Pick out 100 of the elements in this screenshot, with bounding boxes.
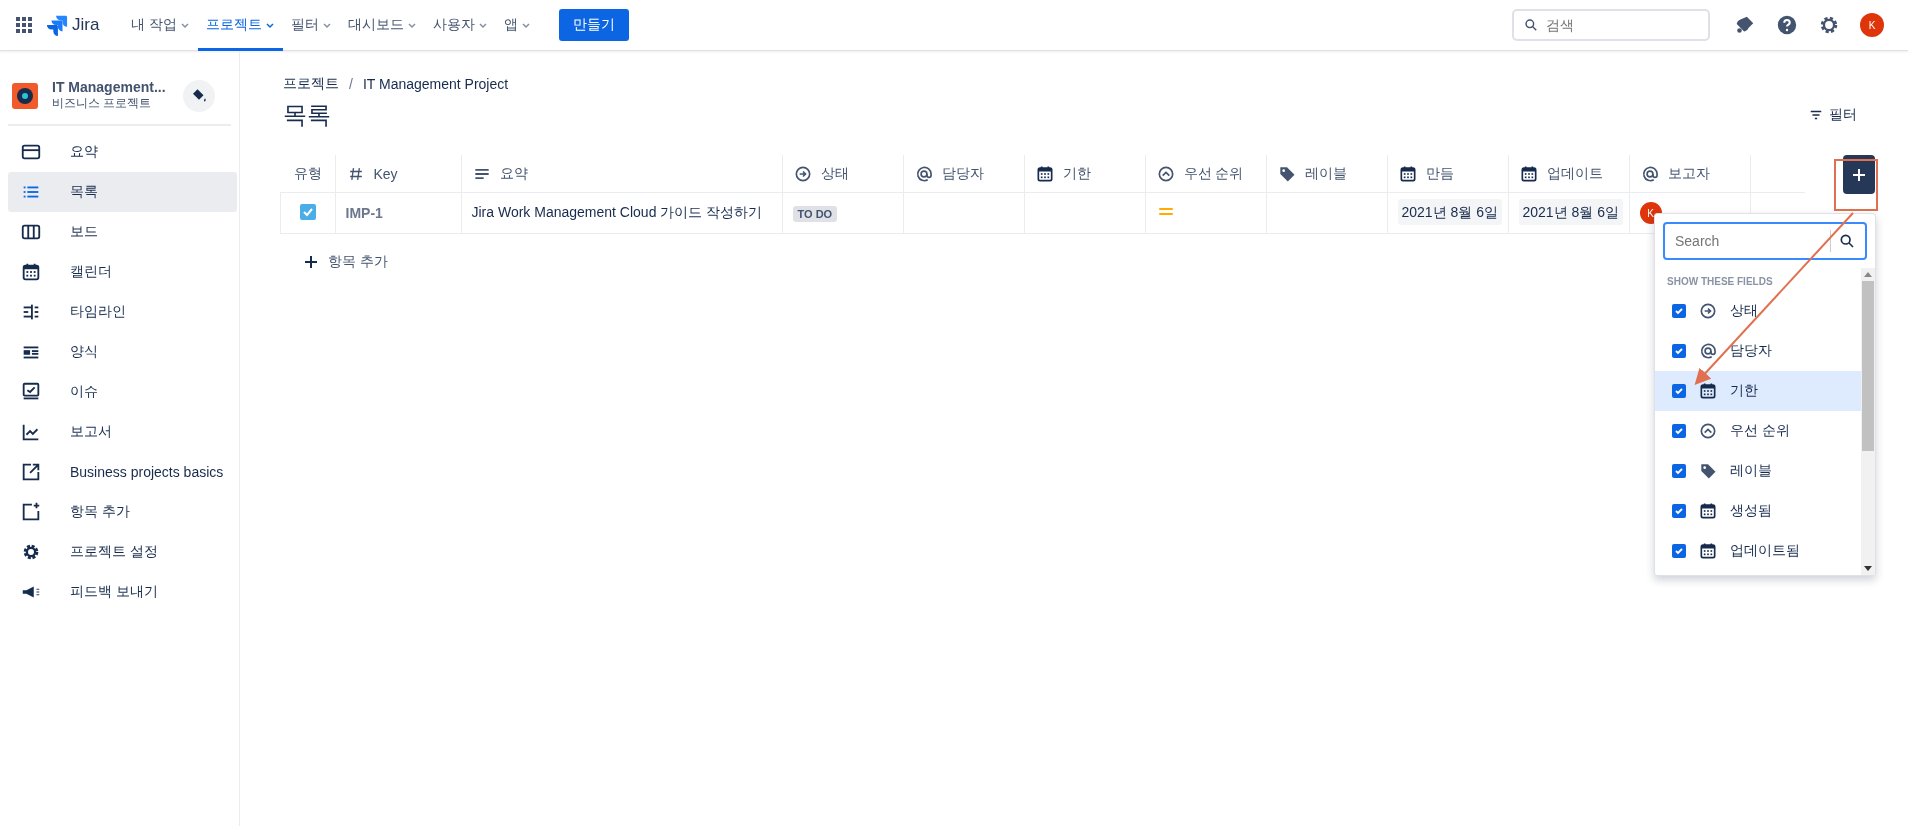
nav-menu-item[interactable]: 프로젝트 [198, 0, 284, 51]
notification-icon[interactable] [1734, 14, 1756, 36]
checkbox[interactable] [1672, 384, 1686, 398]
project-name: IT Management... [52, 79, 167, 95]
nav-menu-item[interactable]: 사용자 [425, 0, 497, 51]
sidebar-item[interactable]: 캘린더 [8, 252, 237, 292]
column-header[interactable]: 유형 [280, 155, 335, 193]
calendar-icon [1698, 541, 1718, 561]
nav-menu-item[interactable]: 앱 [496, 0, 540, 51]
table-cell: Jira Work Management Cloud 가이드 작성하기 [461, 192, 782, 234]
checkmark-icon [1674, 386, 1684, 396]
search-field[interactable]: Search [1663, 222, 1867, 260]
column-header[interactable]: 상태 [782, 155, 903, 193]
highlight-frame [1834, 159, 1878, 211]
sidebar-item[interactable]: 양식 [8, 332, 237, 372]
product-name: Jira [72, 15, 100, 35]
field-option[interactable]: 기한 [1655, 371, 1861, 411]
column-header[interactable]: 레이블 [1266, 155, 1387, 193]
breadcrumb-separator: / [349, 76, 353, 92]
calendar-icon [1698, 381, 1718, 401]
field-option[interactable]: 레이블 [1655, 451, 1861, 491]
sidebar-item[interactable]: 항목 추가 [8, 492, 237, 532]
column-header[interactable]: 우선 순위 [1145, 155, 1266, 193]
chevron-circle-icon [1698, 421, 1718, 441]
checkbox[interactable] [1672, 544, 1686, 558]
tag-icon [1698, 461, 1718, 481]
caret-icon [521, 20, 532, 30]
arrow-circle-icon [1698, 301, 1718, 321]
breadcrumb-link[interactable]: 프로젝트 [283, 75, 339, 93]
filter-button[interactable]: 필터 [1803, 105, 1863, 125]
column-header[interactable]: 요약 [461, 155, 782, 193]
field-option[interactable]: 우선 순위 [1655, 411, 1861, 451]
task-type-icon [299, 203, 316, 220]
caret-icon [478, 20, 489, 30]
checkbox[interactable] [1672, 424, 1686, 438]
sidebar-item[interactable]: 타임라인 [8, 292, 237, 332]
column-header[interactable]: 기한 [1024, 155, 1145, 193]
sidebar-item[interactable]: 목록 [8, 172, 237, 212]
external-link-icon [20, 461, 42, 483]
sidebar-item[interactable]: 보고서 [8, 412, 237, 452]
sidebar-item[interactable]: 요약 [8, 132, 237, 172]
issue-key-link[interactable]: IMP-1 [345, 205, 383, 221]
checkmark-icon [1674, 426, 1684, 436]
nav-menu-item[interactable]: 내 작업 [123, 0, 199, 51]
help-icon[interactable] [1776, 14, 1798, 36]
checkmark-icon [1674, 346, 1684, 356]
scrollbar[interactable] [1861, 268, 1875, 575]
caret-icon [407, 20, 418, 30]
add-item-button[interactable]: 항목 추가 [298, 246, 394, 278]
add-column-button[interactable] [1843, 155, 1875, 194]
status-lozenge[interactable]: TO DO [792, 206, 838, 222]
sidebar-item[interactable]: Business projects basics [8, 452, 237, 492]
project-avatar-icon [12, 82, 38, 109]
field-option[interactable]: 상태 [1655, 291, 1861, 331]
create-button[interactable]: 만들기 [559, 9, 630, 41]
section-heading: SHOW THESE FIELDS [1666, 275, 1774, 289]
page-title: 목록 [282, 100, 331, 130]
sidebar-item[interactable]: 이슈 [8, 372, 237, 412]
checkbox[interactable] [1672, 464, 1686, 478]
checkbox[interactable] [1672, 504, 1686, 518]
checkmark-icon [1674, 306, 1684, 316]
settings-icon[interactable] [1818, 14, 1840, 36]
search-icon [1839, 233, 1855, 249]
column-header[interactable]: Key [335, 155, 461, 193]
project-type: 비즈니스 프로젝트 [52, 95, 153, 112]
calendar-icon [1698, 501, 1718, 521]
column-header[interactable]: 업데이트 [1508, 155, 1629, 193]
field-option[interactable]: 생성됨 [1655, 491, 1861, 531]
date-chip: 2021년 8월 6일 [1518, 199, 1623, 225]
app-switcher-icon[interactable] [14, 15, 34, 35]
caret-icon [265, 20, 276, 30]
nav-menu-item[interactable]: 대시보드 [340, 0, 426, 51]
checkbox[interactable] [1672, 344, 1686, 358]
add-page-icon [20, 501, 42, 523]
theme-button[interactable] [183, 79, 215, 112]
field-option[interactable]: 담당자 [1655, 331, 1861, 371]
logo-icon[interactable] [46, 14, 68, 36]
scroll-down-icon[interactable] [1864, 566, 1872, 572]
column-header[interactable]: 보고자 [1629, 155, 1750, 193]
checkmark-icon [1674, 546, 1684, 556]
filter-icon [1809, 108, 1823, 122]
sidebar-item[interactable]: 보드 [8, 212, 237, 252]
column-header[interactable]: 담당자 [903, 155, 1024, 193]
nav-menu-item[interactable]: 필터 [283, 0, 341, 51]
sidebar-item[interactable]: 피드백 보내기 [8, 572, 237, 612]
date-chip: 2021년 8월 6일 [1397, 199, 1502, 225]
plus-icon [1852, 167, 1866, 182]
sidebar-item[interactable]: 프로젝트 설정 [8, 532, 237, 572]
checkmark-icon [1674, 506, 1684, 516]
caret-icon [180, 20, 191, 30]
user-avatar[interactable]: K [1860, 13, 1884, 37]
column-header[interactable]: 만듬 [1387, 155, 1508, 193]
at-icon [1698, 341, 1718, 361]
checkmark-icon [1674, 466, 1684, 476]
calendar-icon [20, 261, 42, 283]
breadcrumb-link[interactable]: IT Management Project [362, 76, 509, 92]
field-option[interactable]: 업데이트됨 [1655, 531, 1861, 571]
checkbox[interactable] [1672, 304, 1686, 318]
scroll-up-icon[interactable] [1864, 271, 1872, 277]
plus-icon [304, 255, 318, 269]
